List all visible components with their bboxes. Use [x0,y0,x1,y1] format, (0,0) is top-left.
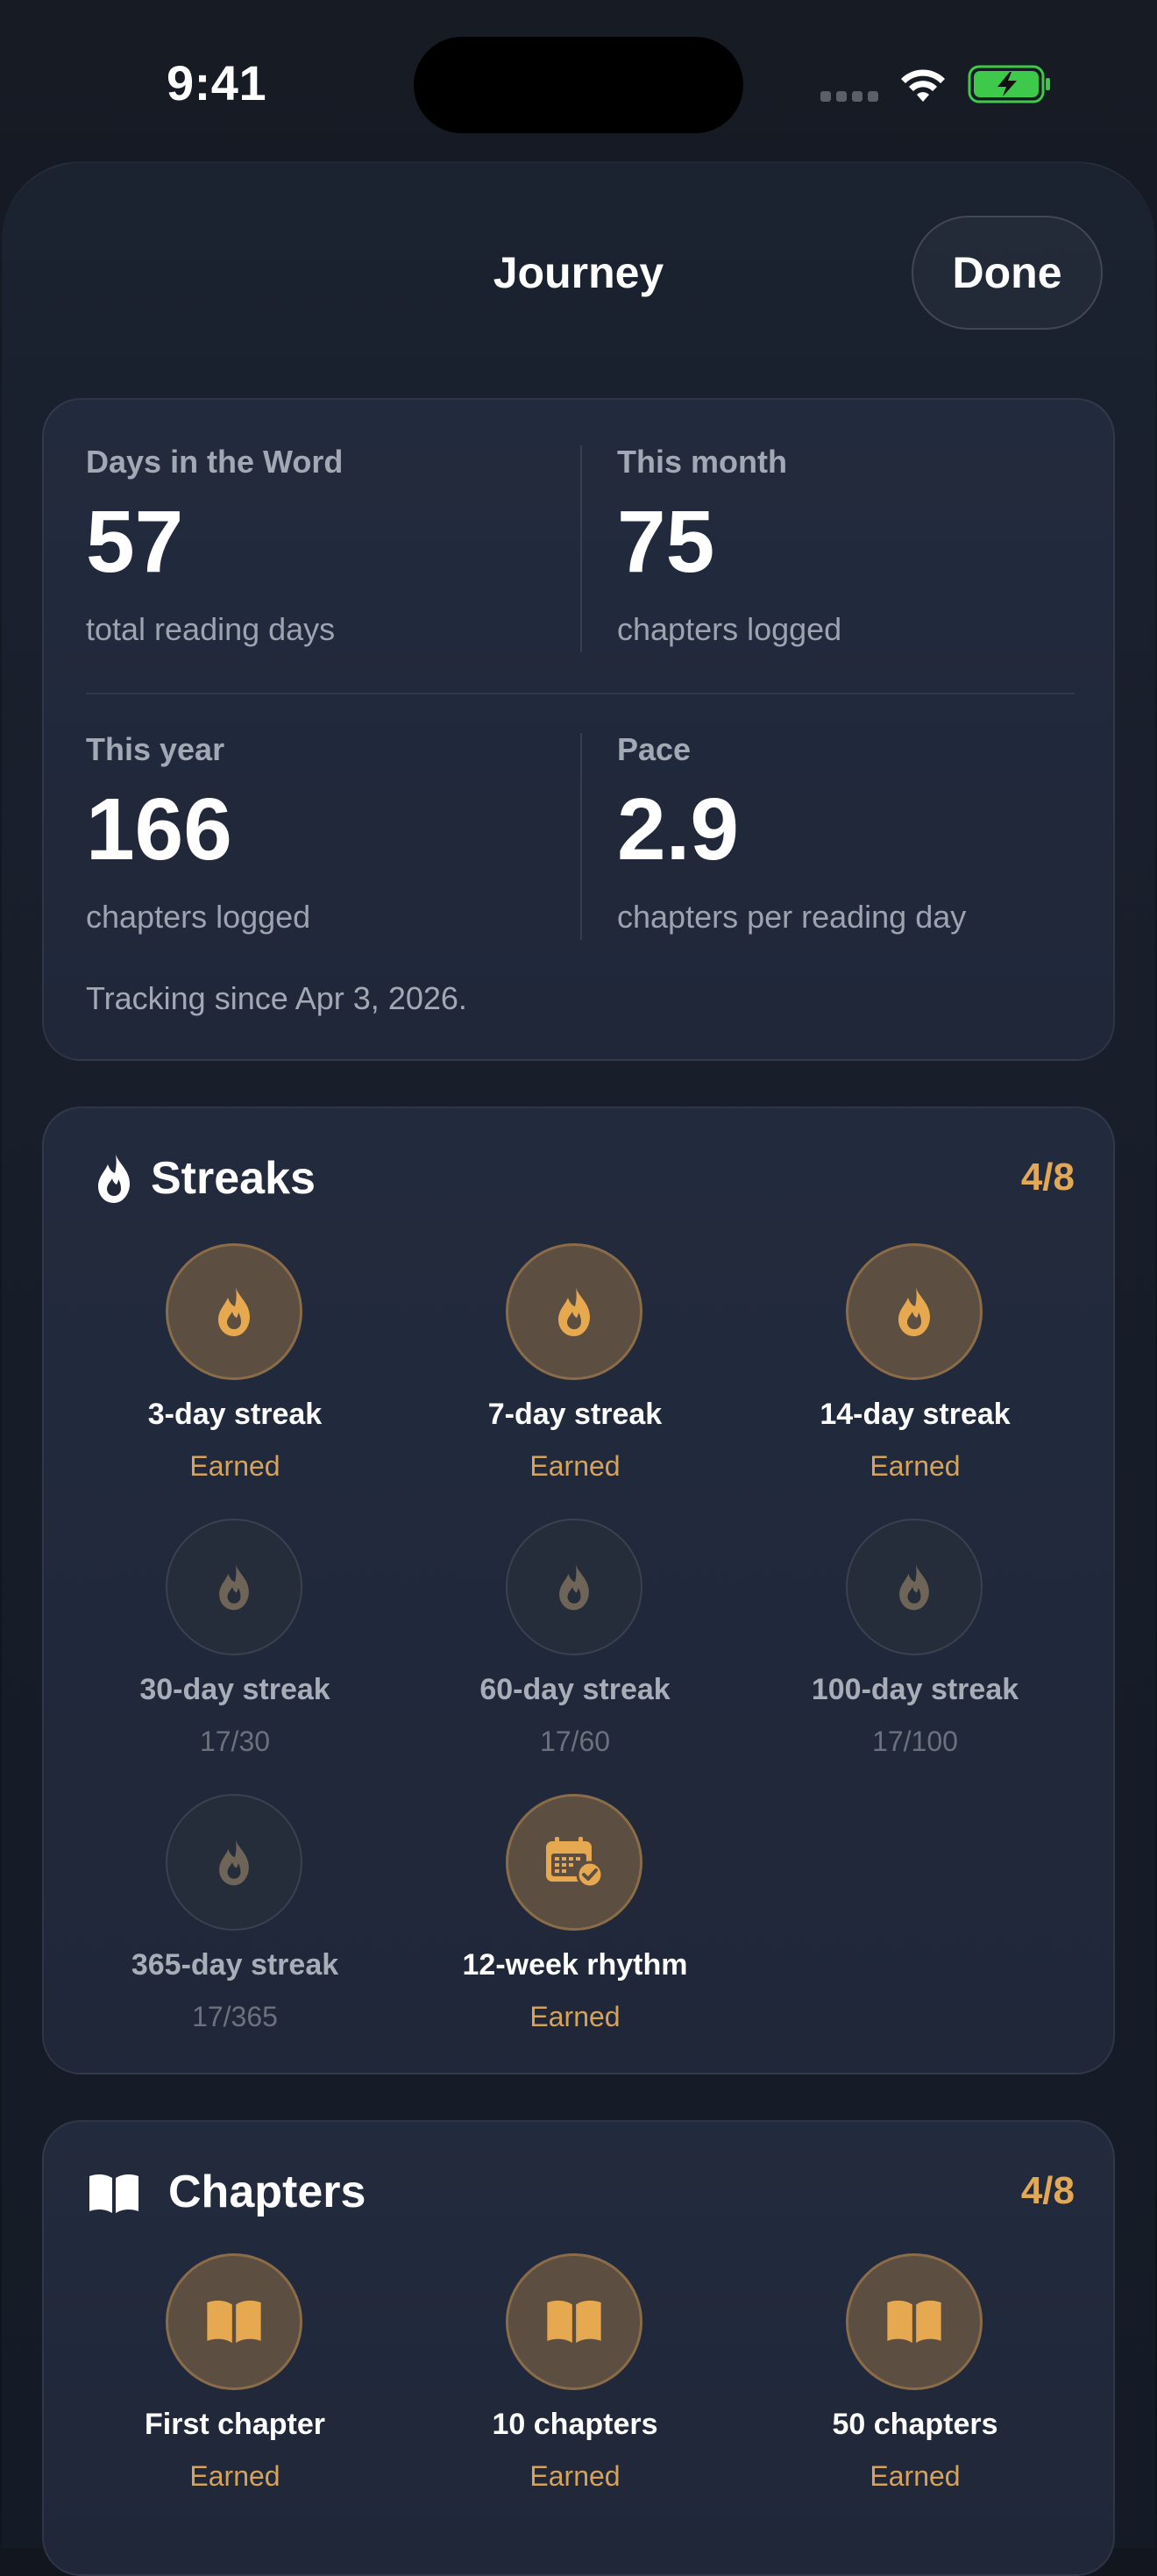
open-book-icon [884,2291,945,2352]
badge-progress: 17/100 [872,1726,958,1757]
badge-name: 14-day streak [820,1398,1011,1431]
badge-3-day-streak[interactable]: 3-day streak Earned [65,1243,405,1506]
badge-name: 12-week rhythm [462,1948,688,1982]
badge-status: Earned [870,2460,961,2492]
badge-name: 365-day streak [131,1948,339,1982]
badge-7-day-streak[interactable]: 7-day streak Earned [405,1243,745,1506]
stat-caption: chapters per reading day [617,899,967,935]
stat-divider-horizontal [86,693,1075,694]
chapters-count: 4/8 [1020,2169,1075,2212]
badge-status: Earned [529,1450,621,1482]
stat-label: Pace [617,731,692,767]
stat-caption: chapters logged [86,899,311,935]
cellular-signal-icon [820,91,878,102]
stat-pace: Pace 2.9 chapters per reading day [617,731,1108,936]
streaks-card: Streaks 4/8 3-day streak Earned 7-day st… [42,1107,1115,2074]
badge-first-chapter[interactable]: First chapter Earned [65,2253,405,2516]
streaks-title: Streaks [151,1153,316,1204]
streaks-header: Streaks 4/8 [86,1149,1075,1210]
stat-this-year: This year 166 chapters logged [86,731,577,936]
stat-value: 57 [86,493,184,591]
badge-365-day-streak[interactable]: 365-day streak 17/365 [65,1794,405,2057]
badge-10-chapters[interactable]: 10 chapters Earned [405,2253,745,2516]
stat-days-in-word: Days in the Word 57 total reading days [86,444,577,648]
badge-circle [506,2253,642,2390]
badge-circle [846,2253,983,2390]
flame-icon [206,1284,262,1340]
battery-charging-icon [968,65,1050,103]
stat-this-month: This month 75 chapters logged [617,444,1108,648]
stat-value: 75 [617,493,715,591]
stat-caption: chapters logged [617,611,842,647]
flame-icon [548,1561,600,1613]
flame-icon [546,1284,602,1340]
badge-100-day-streak[interactable]: 100-day streak 17/100 [745,1519,1085,1782]
badge-50-chapters[interactable]: 50 chapters Earned [745,2253,1085,2516]
badge-name: 3-day streak [147,1398,323,1431]
status-bar: 9:41 [0,0,1157,158]
badge-name: 30-day streak [139,1673,330,1706]
badge-circle [506,1519,642,1655]
stat-divider-vertical [580,445,582,652]
streaks-count: 4/8 [1020,1156,1075,1199]
stat-divider-vertical [580,733,582,940]
stat-value: 2.9 [617,780,740,879]
calendar-check-icon [546,1837,604,1889]
badge-circle [846,1519,983,1655]
badge-14-day-streak[interactable]: 14-day streak Earned [745,1243,1085,1506]
open-book-icon [543,2291,605,2352]
open-book-icon [203,2291,265,2352]
badge-circle [846,1243,983,1380]
badge-progress: 17/60 [539,1726,611,1757]
badge-circle [166,2253,302,2390]
stat-label: This month [617,444,787,480]
badge-name: First chapter [145,2408,325,2441]
chapters-title: Chapters [168,2167,366,2217]
badge-name: 60-day streak [479,1673,671,1706]
badge-circle [166,1519,302,1655]
done-button[interactable]: Done [912,216,1103,330]
badge-status: Earned [189,2460,280,2492]
badge-status: Earned [529,2460,621,2492]
flame-icon [98,1154,130,1203]
flame-icon [888,1561,941,1613]
badge-progress: 17/365 [192,2001,278,2032]
badge-circle [166,1794,302,1931]
badge-circle [506,1794,642,1931]
open-book-icon [86,2166,142,2222]
badge-30-day-streak[interactable]: 30-day streak 17/30 [65,1519,405,1782]
stats-card: Days in the Word 57 total reading days T… [42,398,1115,1061]
badge-name: 50 chapters [832,2408,998,2441]
flame-icon [886,1284,942,1340]
stat-label: This year [86,731,225,767]
stat-caption: total reading days [86,611,336,647]
badge-name: 10 chapters [492,2408,658,2441]
wifi-icon [901,69,945,102]
chapters-card: Chapters 4/8 First chapter Earned 10 cha… [42,2120,1115,2576]
badge-name: 7-day streak [487,1398,663,1431]
dynamic-island [414,37,743,133]
status-time: 9:41 [167,55,267,110]
flame-icon [208,1836,260,1889]
badge-progress: 17/30 [199,1726,271,1757]
chapters-header: Chapters 4/8 [86,2162,1075,2224]
badge-name: 100-day streak [811,1673,1019,1706]
badge-status: Earned [529,2001,621,2032]
tracking-note: Tracking since Apr 3, 2026. [86,980,467,1016]
badge-circle [506,1243,642,1380]
badge-status: Earned [189,1450,280,1482]
badge-12-week-rhythm[interactable]: 12-week rhythm Earned [405,1794,745,2057]
stat-label: Days in the Word [86,444,344,480]
stat-value: 166 [86,780,232,879]
flame-icon [208,1561,260,1613]
badge-status: Earned [870,1450,961,1482]
badge-circle [166,1243,302,1380]
badge-60-day-streak[interactable]: 60-day streak 17/60 [405,1519,745,1782]
